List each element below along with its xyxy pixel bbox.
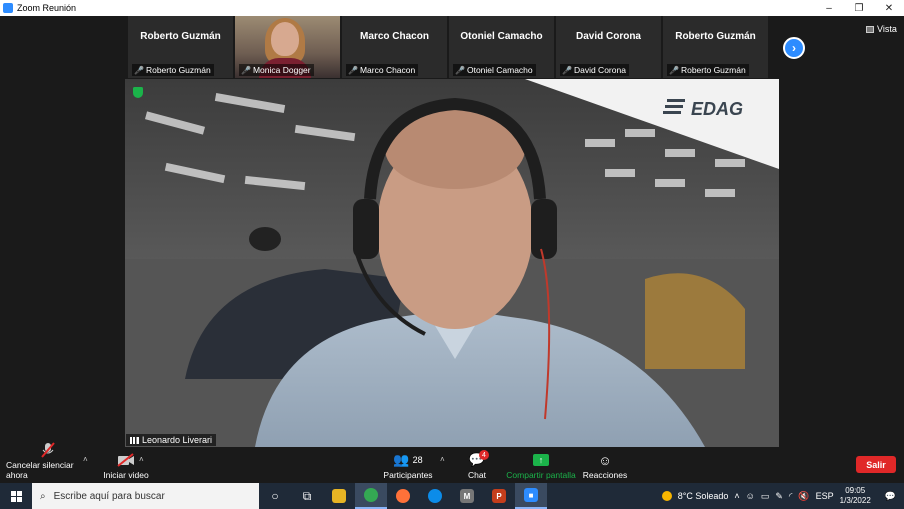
windows-logo-icon (10, 490, 22, 502)
start-video-label: Iniciar video (103, 470, 149, 480)
gmail-app-icon[interactable]: M (451, 483, 483, 509)
restore-button[interactable]: ❐ (844, 0, 874, 16)
participants-icon: 👥 28 (393, 452, 423, 467)
pen-icon[interactable]: ✎ (775, 491, 783, 502)
people-icon[interactable]: ☺ (746, 491, 755, 501)
clock-time: 09:05 (845, 486, 866, 495)
meeting-toolbar: Cancelar silenciar ahora ˄ Iniciar video… (0, 442, 904, 483)
participant-name-large: David Corona (575, 30, 641, 42)
speaker-video-frame: EDAG (125, 79, 779, 447)
battery-icon[interactable]: ▭ (761, 491, 770, 502)
mic-muted-icon: 🎤 (455, 65, 465, 75)
chat-unread-badge: 4 (479, 450, 489, 460)
participant-label: 🎤 Otoniel Camacho (453, 64, 536, 76)
participants-label: Participantes (383, 470, 433, 480)
participant-strip: Roberto Guzmán 🎤 Roberto Guzmán 🎤 Monica D… (128, 16, 774, 78)
participants-button[interactable]: 👥 28 Participantes (381, 449, 435, 483)
grid-view-icon (866, 25, 874, 33)
mic-muted-icon: 🎤 (348, 65, 358, 75)
taskbar-search-placeholder: Escribe aquí para buscar (53, 490, 165, 502)
title-bar: Zoom Reunión – ❐ ✕ (0, 0, 904, 16)
signal-strength-icon (130, 436, 139, 444)
wifi-icon[interactable]: ◜ (789, 491, 793, 502)
reactions-icon: ☺ (598, 452, 612, 468)
mic-muted-icon: 🎤 (669, 65, 679, 75)
participant-label: 🎤 David Corona (560, 64, 629, 76)
powerpoint-icon[interactable]: P (483, 483, 515, 509)
minimize-button[interactable]: – (814, 0, 844, 16)
brand-logo-text: EDAG (691, 99, 743, 119)
participant-label-text: Marco Chacon (359, 65, 416, 75)
search-icon: ⌕ (40, 490, 46, 502)
participant-label-text: Roberto Guzmán (680, 65, 746, 75)
chat-label: Chat (468, 470, 486, 480)
encryption-shield-icon (133, 87, 143, 98)
participant-label: 🎤 Marco Chacon (346, 64, 419, 76)
language-indicator[interactable]: ESP (816, 491, 834, 501)
participant-tile-video[interactable]: 🎤 Monica Dogger (235, 16, 340, 78)
speaker-name-label: Leonardo Liverari (126, 434, 217, 446)
weather-sun-icon (661, 491, 672, 501)
participant-name-large: Roberto Guzmán (140, 30, 221, 42)
participants-count: 28 (412, 455, 423, 465)
share-screen-label: Compartir pantalla (506, 470, 576, 480)
participant-label: 🎤 Roberto Guzmán (132, 64, 214, 76)
active-speaker-video: EDAG (125, 79, 779, 447)
share-screen-icon: ↑ (533, 452, 549, 468)
windows-taskbar: ⌕ Escribe aquí para buscar ○ ⧉ M P ■ 8°C … (0, 483, 904, 509)
participant-tile[interactable]: David Corona 🎤 David Corona (556, 16, 661, 78)
audio-options-caret-icon[interactable]: ˄ (83, 455, 88, 464)
microphone-muted-icon (41, 442, 55, 458)
share-screen-button[interactable]: ↑ Compartir pantalla (505, 449, 577, 483)
chrome-icon[interactable] (355, 483, 387, 509)
mic-muted-icon: 🎤 (562, 65, 572, 75)
start-button[interactable] (0, 483, 32, 509)
participant-tile[interactable]: Roberto Guzmán 🎤 Roberto Guzmán (663, 16, 768, 78)
window-title: Zoom Reunión (17, 3, 77, 13)
participant-label: 🎤 Roberto Guzmán (667, 64, 749, 76)
participants-caret-icon[interactable]: ˄ (440, 455, 445, 464)
taskbar-search[interactable]: ⌕ Escribe aquí para buscar (32, 483, 259, 509)
view-label: Vista (877, 24, 897, 34)
unmute-label: Cancelar silenciar ahora (6, 460, 74, 480)
mic-muted-icon: 🎤 (134, 65, 144, 75)
mic-muted-icon: 🎤 (241, 65, 251, 75)
participant-video-face (271, 22, 299, 56)
participant-name-large: Roberto Guzmán (675, 30, 756, 42)
clock-date: 1/3/2022 (839, 496, 871, 505)
zoom-logo-icon (3, 3, 13, 13)
clock[interactable]: 09:05 1/3/2022 (840, 486, 871, 506)
speaker-name-text: Leonardo Liverari (142, 435, 213, 445)
participant-label-text: David Corona (573, 65, 626, 75)
chevron-right-icon[interactable]: › (783, 37, 805, 59)
video-off-icon (117, 452, 135, 468)
chevron-up-icon[interactable]: ˄ (734, 491, 739, 501)
system-tray: 8°C Soleado ˄ ☺ ▭ ✎ ◜ 🔇 ESP 09:05 1/3/20… (661, 483, 904, 509)
view-button[interactable]: Vista (866, 24, 897, 34)
zoom-app-icon[interactable]: ■ (515, 483, 547, 509)
participant-label: 🎤 Monica Dogger (239, 64, 314, 76)
edge-icon[interactable] (419, 483, 451, 509)
participant-label-text: Otoniel Camacho (466, 65, 533, 75)
participant-tile[interactable]: Roberto Guzmán 🎤 Roberto Guzmán (128, 16, 233, 78)
reactions-label: Reacciones (582, 470, 628, 480)
task-view-icon[interactable]: ⧉ (291, 483, 323, 509)
speaker-muted-icon[interactable]: 🔇 (798, 491, 809, 502)
cortana-icon[interactable]: ○ (259, 483, 291, 509)
leave-button[interactable]: Salir (856, 456, 896, 473)
close-button[interactable]: ✕ (874, 0, 904, 16)
participant-tile[interactable]: Otoniel Camacho 🎤 Otoniel Camacho (449, 16, 554, 78)
participant-tile[interactable]: Marco Chacon 🎤 Marco Chacon (342, 16, 447, 78)
file-explorer-icon[interactable] (323, 483, 355, 509)
participant-name-large: Otoniel Camacho (460, 30, 543, 42)
unmute-button[interactable]: Cancelar silenciar ahora (6, 442, 90, 483)
notifications-icon[interactable]: 💬 (885, 491, 896, 502)
reactions-button[interactable]: ☺ Reacciones (583, 449, 627, 483)
participant-name-large: Marco Chacon (360, 30, 429, 42)
firefox-icon[interactable] (387, 483, 419, 509)
participant-label-text: Monica Dogger (252, 65, 311, 75)
video-options-caret-icon[interactable]: ˄ (139, 455, 144, 464)
weather-text[interactable]: 8°C Soleado (678, 491, 729, 501)
participant-label-text: Roberto Guzmán (145, 65, 211, 75)
